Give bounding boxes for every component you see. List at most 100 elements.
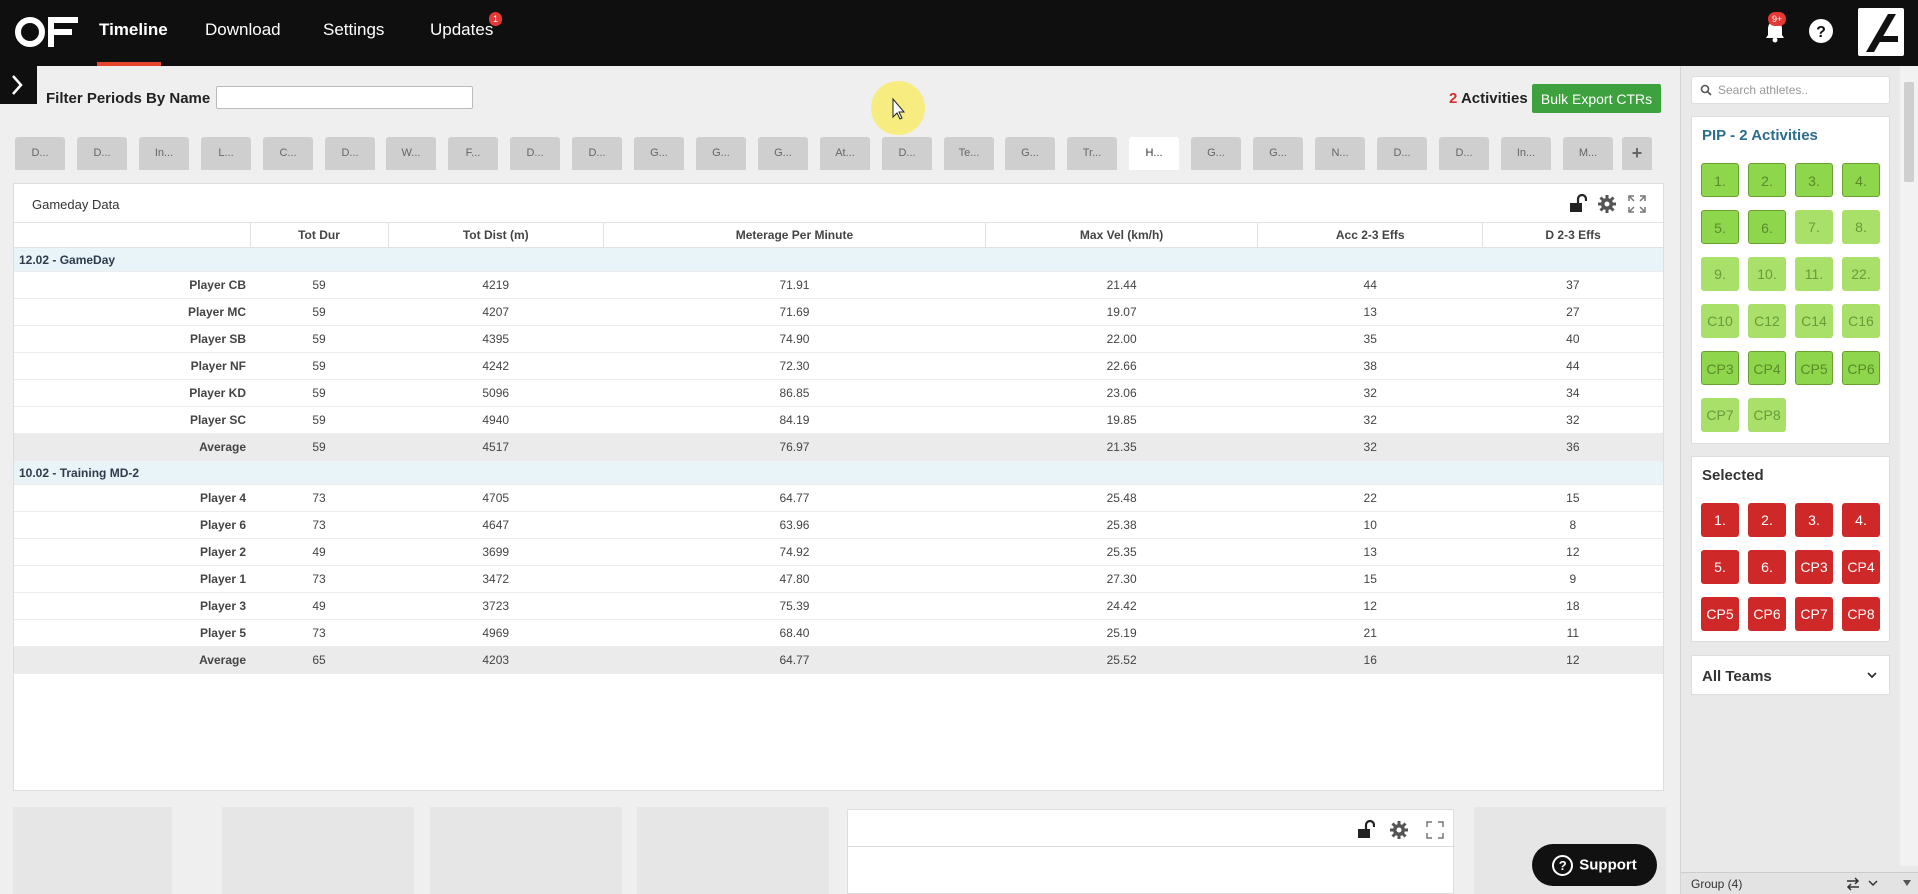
- average-row[interactable]: Average 59 4517 76.97 21.35 32 36: [14, 433, 1663, 461]
- athlete-chip[interactable]: 8.: [1842, 210, 1880, 244]
- gear-icon[interactable]: [1389, 820, 1409, 840]
- selected-athlete-chip[interactable]: 6.: [1748, 550, 1786, 584]
- average-row[interactable]: Average 65 4203 64.77 25.52 16 12: [14, 646, 1663, 674]
- period-tab[interactable]: L...: [201, 137, 251, 170]
- sidebar-toggle-button[interactable]: [0, 66, 37, 104]
- athlete-chip[interactable]: CP8: [1748, 398, 1786, 432]
- period-tab[interactable]: N...: [1315, 137, 1365, 170]
- swap-icon[interactable]: [1845, 877, 1861, 891]
- table-row[interactable]: Player 4 73 4705 64.77 25.48 22 15: [14, 484, 1663, 512]
- selected-athlete-chip[interactable]: CP5: [1701, 597, 1739, 631]
- athlete-chip[interactable]: 4.: [1842, 163, 1880, 197]
- selected-athlete-chip[interactable]: CP4: [1842, 550, 1880, 584]
- period-tab[interactable]: D...: [882, 137, 932, 170]
- table-row[interactable]: Player 1 73 3472 47.80 27.30 15 9: [14, 565, 1663, 593]
- athlete-chip[interactable]: C14: [1795, 304, 1833, 338]
- expand-icon[interactable]: [1627, 194, 1647, 214]
- column-header[interactable]: [14, 222, 250, 248]
- group-bar[interactable]: Group (4): [1681, 872, 1918, 894]
- user-avatar[interactable]: [1858, 8, 1904, 56]
- period-tab[interactable]: G...: [1191, 137, 1241, 170]
- selected-athlete-chip[interactable]: CP7: [1795, 597, 1833, 631]
- period-tab[interactable]: G...: [634, 137, 684, 170]
- table-row[interactable]: Player SC 59 4940 84.19 19.85 32 32: [14, 406, 1663, 434]
- athlete-chip[interactable]: CP7: [1701, 398, 1739, 432]
- table-row[interactable]: Player 2 49 3699 74.92 25.35 13 12: [14, 538, 1663, 566]
- support-button[interactable]: ? Support: [1532, 844, 1657, 886]
- period-tab[interactable]: D...: [572, 137, 622, 170]
- help-icon[interactable]: ?: [1806, 16, 1836, 46]
- athlete-chip[interactable]: C12: [1748, 304, 1786, 338]
- scrollbar-thumb[interactable]: [1904, 82, 1914, 182]
- selected-athlete-chip[interactable]: CP3: [1795, 550, 1833, 584]
- scroll-down-arrow-icon[interactable]: [1901, 878, 1913, 888]
- unlock-icon[interactable]: [1567, 194, 1587, 214]
- athlete-chip[interactable]: CP5: [1795, 351, 1833, 385]
- period-tab[interactable]: M...: [1563, 137, 1613, 170]
- selected-athlete-chip[interactable]: 4.: [1842, 503, 1880, 537]
- nav-timeline[interactable]: Timeline: [99, 20, 168, 40]
- period-tab[interactable]: D...: [15, 137, 65, 170]
- period-tab[interactable]: D...: [325, 137, 375, 170]
- gear-icon[interactable]: [1597, 194, 1617, 214]
- table-row[interactable]: Player 6 73 4647 63.96 25.38 10 8: [14, 511, 1663, 539]
- nav-download[interactable]: Download: [205, 20, 281, 40]
- selected-athlete-chip[interactable]: 2.: [1748, 503, 1786, 537]
- period-tab[interactable]: D...: [1439, 137, 1489, 170]
- athlete-chip[interactable]: 1.: [1701, 163, 1739, 197]
- table-row[interactable]: Player 5 73 4969 68.40 25.19 21 11: [14, 619, 1663, 647]
- period-tab[interactable]: D...: [1377, 137, 1427, 170]
- period-tab[interactable]: F...: [448, 137, 498, 170]
- column-header[interactable]: Tot Dist (m): [387, 222, 604, 248]
- brand-logo[interactable]: [14, 14, 80, 50]
- column-header[interactable]: D 2-3 Effs: [1482, 222, 1663, 248]
- table-row[interactable]: Player NF 59 4242 72.30 22.66 38 44: [14, 352, 1663, 380]
- table-row[interactable]: Player KD 59 5096 86.85 23.06 32 34: [14, 379, 1663, 407]
- athlete-search-input[interactable]: Search athletes..: [1691, 76, 1890, 104]
- athlete-chip[interactable]: 7.: [1795, 210, 1833, 244]
- period-tab[interactable]: D...: [510, 137, 560, 170]
- athlete-chip[interactable]: C10: [1701, 304, 1739, 338]
- expand-icon[interactable]: [1425, 820, 1445, 840]
- sidebar-scrollbar[interactable]: [1900, 66, 1918, 866]
- period-tab[interactable]: G...: [1005, 137, 1055, 170]
- teams-dropdown[interactable]: All Teams: [1691, 655, 1890, 695]
- column-header[interactable]: Acc 2-3 Effs: [1257, 222, 1483, 248]
- table-row[interactable]: Player 3 49 3723 75.39 24.42 12 18: [14, 592, 1663, 620]
- selected-athlete-chip[interactable]: CP8: [1842, 597, 1880, 631]
- chevron-down-icon[interactable]: [1867, 877, 1879, 889]
- period-tab[interactable]: In...: [1501, 137, 1551, 170]
- add-tab-button[interactable]: +: [1622, 137, 1652, 170]
- nav-updates[interactable]: Updates: [430, 20, 493, 40]
- athlete-chip[interactable]: 10.: [1748, 257, 1786, 291]
- athlete-chip[interactable]: CP4: [1748, 351, 1786, 385]
- selected-athlete-chip[interactable]: CP6: [1748, 597, 1786, 631]
- athlete-chip[interactable]: CP6: [1842, 351, 1880, 385]
- athlete-chip[interactable]: 5.: [1701, 210, 1739, 244]
- period-tab[interactable]: D...: [77, 137, 127, 170]
- athlete-chip[interactable]: 2.: [1748, 163, 1786, 197]
- column-header[interactable]: Max Vel (km/h): [984, 222, 1258, 248]
- period-tab[interactable]: G...: [1253, 137, 1303, 170]
- period-tab[interactable]: Te...: [944, 137, 994, 170]
- athlete-chip[interactable]: CP3: [1701, 351, 1739, 385]
- bulk-export-button[interactable]: Bulk Export CTRs: [1532, 84, 1661, 113]
- athlete-chip[interactable]: 6.: [1748, 210, 1786, 244]
- table-row[interactable]: Player MC 59 4207 71.69 19.07 13 27: [14, 298, 1663, 326]
- athlete-chip[interactable]: 3.: [1795, 163, 1833, 197]
- period-tab[interactable]: G...: [758, 137, 808, 170]
- athlete-chip[interactable]: 11.: [1795, 257, 1833, 291]
- column-header[interactable]: Meterage Per Minute: [602, 222, 986, 248]
- athlete-chip[interactable]: C16: [1842, 304, 1880, 338]
- period-tab[interactable]: In...: [139, 137, 189, 170]
- athlete-chip[interactable]: 9.: [1701, 257, 1739, 291]
- selected-athlete-chip[interactable]: 1.: [1701, 503, 1739, 537]
- period-tab[interactable]: Tr...: [1067, 137, 1117, 170]
- unlock-icon[interactable]: [1355, 820, 1375, 840]
- athlete-chip[interactable]: 22.: [1842, 257, 1880, 291]
- table-row[interactable]: Player CB 59 4219 71.91 21.44 44 37: [14, 271, 1663, 299]
- nav-settings[interactable]: Settings: [323, 20, 384, 40]
- table-row[interactable]: Player SB 59 4395 74.90 22.00 35 40: [14, 325, 1663, 353]
- column-header[interactable]: Tot Dur: [249, 222, 388, 248]
- selected-athlete-chip[interactable]: 3.: [1795, 503, 1833, 537]
